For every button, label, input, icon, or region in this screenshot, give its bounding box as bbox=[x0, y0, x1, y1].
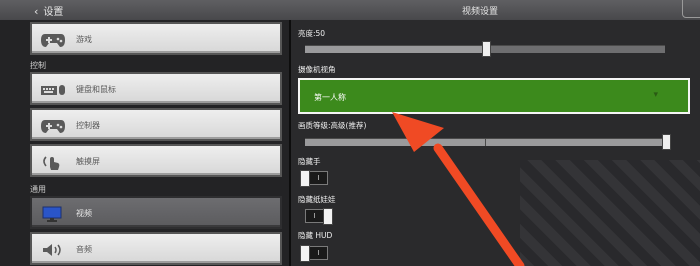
hide-hud-label: 隐藏 HUD bbox=[298, 231, 333, 240]
graphics-quality-slider-knob[interactable] bbox=[662, 134, 671, 150]
hide-hand-toggle[interactable] bbox=[300, 170, 328, 187]
speaker-icon bbox=[43, 244, 61, 256]
toggle-thumb bbox=[300, 245, 310, 262]
monitor-icon bbox=[42, 206, 62, 222]
camera-perspective-dropdown[interactable]: 第一人称 ▾ bbox=[298, 78, 690, 114]
toggle-thumb bbox=[300, 170, 310, 187]
toggle-thumb bbox=[323, 208, 333, 225]
section-header-general: 通用 bbox=[30, 185, 46, 194]
hide-paperdoll-label: 隐藏纸娃娃 bbox=[298, 195, 336, 204]
graphics-quality-label: 画质等级:高级(推荐) bbox=[298, 121, 367, 130]
brightness-slider-knob[interactable] bbox=[482, 41, 491, 57]
sidebar bbox=[0, 20, 291, 266]
toggle-mark bbox=[314, 213, 315, 218]
back-button[interactable]: ‹ 设置 bbox=[34, 3, 63, 18]
sidebar-item-label: 视频 bbox=[76, 209, 92, 218]
keyboard-mouse-icon bbox=[41, 85, 65, 95]
top-bar: ‹ 设置 视频设置 bbox=[0, 0, 700, 21]
sidebar-item-video[interactable]: 视频 bbox=[30, 196, 282, 229]
back-label: 设置 bbox=[43, 7, 64, 18]
sidebar-item-keyboard-mouse[interactable]: 键盘和鼠标 bbox=[30, 72, 282, 105]
toggle-mark bbox=[318, 175, 319, 180]
sidebar-item-label: 游戏 bbox=[76, 35, 92, 44]
sidebar-item-label: 触摸屏 bbox=[76, 157, 100, 166]
camera-perspective-label: 摄像机视角 bbox=[298, 65, 336, 74]
page-title: 视频设置 bbox=[462, 7, 499, 17]
hide-hand-label: 隐藏手 bbox=[298, 157, 321, 166]
sidebar-item-game[interactable]: 游戏 bbox=[30, 22, 282, 55]
sidebar-item-touch[interactable]: 触摸屏 bbox=[30, 144, 282, 177]
slider-tick bbox=[485, 139, 486, 146]
chevron-left-icon: ‹ bbox=[34, 5, 39, 18]
background-texture bbox=[520, 160, 700, 266]
touch-icon bbox=[43, 156, 60, 170]
sidebar-item-audio[interactable]: 音频 bbox=[30, 232, 282, 265]
section-header-controls: 控制 bbox=[30, 61, 46, 70]
hide-paperdoll-toggle[interactable] bbox=[305, 208, 333, 225]
sidebar-item-controller[interactable]: 控制器 bbox=[30, 108, 282, 141]
gamepad-icon bbox=[41, 34, 65, 47]
sidebar-item-label: 键盘和鼠标 bbox=[76, 85, 116, 94]
corner-frame bbox=[682, 0, 700, 18]
sidebar-item-label: 控制器 bbox=[76, 121, 100, 130]
camera-perspective-value: 第一人称 bbox=[314, 93, 346, 102]
brightness-slider-fill bbox=[305, 46, 485, 53]
sidebar-item-label: 音频 bbox=[76, 245, 92, 254]
hide-hud-toggle[interactable] bbox=[300, 245, 328, 262]
graphics-quality-slider[interactable] bbox=[305, 138, 665, 146]
chevron-down-icon: ▾ bbox=[653, 90, 658, 100]
toggle-mark bbox=[318, 250, 319, 255]
brightness-label: 亮度:50 bbox=[298, 29, 326, 38]
controller-icon bbox=[41, 120, 65, 133]
